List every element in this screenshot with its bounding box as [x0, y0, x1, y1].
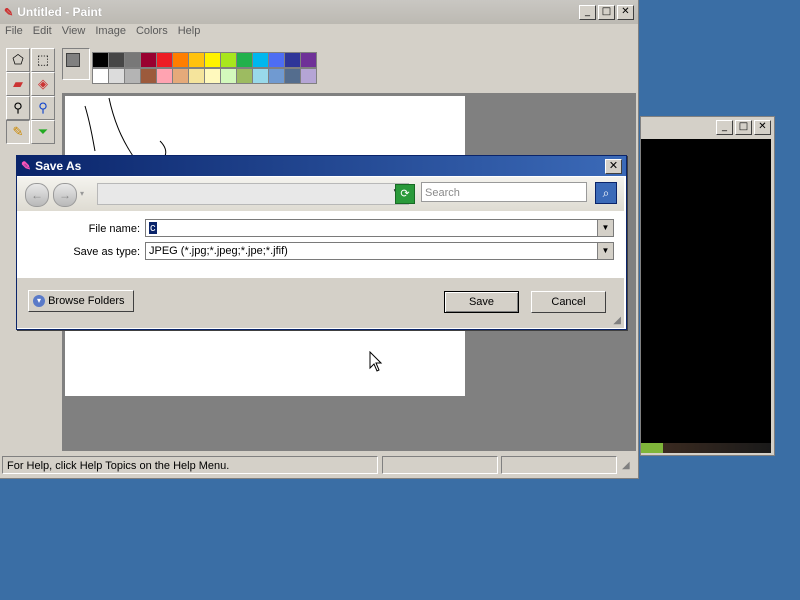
palette-swatch[interactable] — [108, 52, 125, 68]
palette-swatch[interactable] — [172, 52, 189, 68]
bottom-strip — [663, 443, 771, 453]
refresh-button[interactable]: ⟳ — [395, 184, 415, 204]
dialog-app-icon: ✎ — [21, 159, 32, 173]
paint-title: Untitled - Paint — [17, 5, 102, 19]
browse-folders-button[interactable]: ▾ Browse Folders — [28, 290, 134, 312]
menu-edit[interactable]: Edit — [28, 24, 57, 42]
save-type-select[interactable]: JPEG (*.jpg;*.jpeg;*.jpe;*.jfif) ▼ — [145, 242, 614, 260]
palette-swatch[interactable] — [108, 68, 125, 84]
palette-swatch[interactable] — [204, 68, 221, 84]
menu-help[interactable]: Help — [173, 24, 206, 42]
file-name-field[interactable]: c ▼ — [145, 219, 614, 237]
mouse-cursor-icon — [369, 351, 383, 372]
rect-select-icon[interactable]: ⬚ — [31, 48, 55, 72]
file-name-dropdown-icon[interactable]: ▼ — [597, 220, 613, 236]
status-cell-position — [382, 456, 498, 474]
save-button[interactable]: Save — [444, 291, 519, 313]
resize-grip-icon[interactable]: ◢ — [622, 460, 630, 471]
background-window-titlebar[interactable]: _ □ ✕ — [641, 117, 774, 137]
palette-swatch[interactable] — [284, 68, 301, 84]
current-colors[interactable] — [62, 48, 90, 80]
palette-swatch[interactable] — [252, 68, 269, 84]
palette-swatch[interactable] — [236, 68, 253, 84]
palette-swatch[interactable] — [188, 68, 205, 84]
browse-folders-label: Browse Folders — [48, 295, 125, 307]
free-select-icon[interactable]: ⬠ — [6, 48, 30, 72]
file-name-label: File name: — [88, 223, 140, 235]
address-bar[interactable]: ▼ — [97, 183, 409, 205]
status-text: For Help, click Help Topics on the Help … — [2, 456, 378, 474]
palette-swatch[interactable] — [300, 68, 317, 84]
palette-swatch[interactable] — [284, 52, 301, 68]
status-bar: For Help, click Help Topics on the Help … — [0, 456, 638, 476]
background-window: _ □ ✕ — [640, 116, 775, 456]
palette-swatch[interactable] — [156, 68, 173, 84]
palette-swatch[interactable] — [188, 52, 205, 68]
dialog-titlebar[interactable]: ✎ Save As — [17, 156, 626, 176]
history-dropdown-icon[interactable]: ▾ — [80, 189, 84, 198]
save-type-value: JPEG (*.jpg;*.jpeg;*.jpe;*.jfif) — [149, 245, 288, 257]
file-name-value: c — [149, 222, 157, 234]
pencil-icon[interactable]: ✎ — [6, 120, 30, 144]
bg-close-button[interactable]: ✕ — [754, 120, 771, 135]
minimize-button[interactable]: _ — [579, 5, 596, 20]
dialog-title: Save As — [35, 159, 82, 173]
status-cell-size — [501, 456, 617, 474]
close-button[interactable]: ✕ — [617, 5, 634, 20]
green-indicator — [641, 443, 663, 453]
palette-swatch[interactable] — [172, 68, 189, 84]
bg-minimize-button[interactable]: _ — [716, 120, 733, 135]
palette-swatch[interactable] — [220, 52, 237, 68]
bg-maximize-button[interactable]: □ — [735, 120, 752, 135]
navigation-bar: ← → ▾ ▼ ⟳ Search ⌕ — [17, 177, 624, 211]
save-type-dropdown-icon[interactable]: ▼ — [597, 243, 613, 259]
dialog-resize-grip-icon[interactable]: ◢ — [613, 315, 621, 326]
foreground-color — [66, 53, 80, 67]
maximize-button[interactable]: □ — [598, 5, 615, 20]
menu-bar: File Edit View Image Colors Help — [0, 24, 638, 42]
eraser-icon[interactable]: ▰ — [6, 72, 30, 96]
search-input[interactable]: Search — [421, 182, 587, 202]
paint-titlebar[interactable]: ✎ Untitled - Paint _ □ ✕ — [0, 0, 638, 24]
palette-swatch[interactable] — [220, 68, 237, 84]
palette-swatch[interactable] — [124, 68, 141, 84]
palette-swatch[interactable] — [236, 52, 253, 68]
palette-swatch[interactable] — [268, 52, 285, 68]
brush-icon[interactable]: ⏷ — [31, 120, 55, 144]
back-button[interactable]: ← — [25, 183, 49, 207]
menu-image[interactable]: Image — [90, 24, 131, 42]
palette-swatch[interactable] — [92, 68, 109, 84]
expand-icon: ▾ — [33, 295, 45, 308]
save-type-label: Save as type: — [73, 246, 140, 258]
cancel-button[interactable]: Cancel — [531, 291, 606, 313]
palette-swatch[interactable] — [92, 52, 109, 68]
palette-swatch[interactable] — [156, 52, 173, 68]
palette-swatch[interactable] — [204, 52, 221, 68]
dialog-footer: ▾ Browse Folders Save Cancel ◢ — [17, 278, 624, 328]
paint-app-icon: ✎ — [4, 6, 14, 19]
menu-colors[interactable]: Colors — [131, 24, 173, 42]
menu-file[interactable]: File — [0, 24, 28, 42]
save-as-dialog: ✎ Save As ✕ ← → ▾ ▼ ⟳ Search ⌕ File name… — [16, 155, 627, 330]
menu-view[interactable]: View — [57, 24, 91, 42]
background-window-content — [641, 139, 771, 453]
palette-swatch[interactable] — [300, 52, 317, 68]
search-icon[interactable]: ⌕ — [595, 182, 617, 204]
forward-button[interactable]: → — [53, 183, 77, 207]
fill-bucket-icon[interactable]: ◈ — [31, 72, 55, 96]
magnifier-icon[interactable]: ⚲ — [31, 96, 55, 120]
palette-swatch[interactable] — [252, 52, 269, 68]
palette-swatch[interactable] — [140, 68, 157, 84]
palette-swatch[interactable] — [268, 68, 285, 84]
palette-swatch[interactable] — [124, 52, 141, 68]
palette-swatch[interactable] — [140, 52, 157, 68]
color-picker-icon[interactable]: ⚲ — [6, 96, 30, 120]
dialog-close-button[interactable]: ✕ — [605, 159, 622, 174]
